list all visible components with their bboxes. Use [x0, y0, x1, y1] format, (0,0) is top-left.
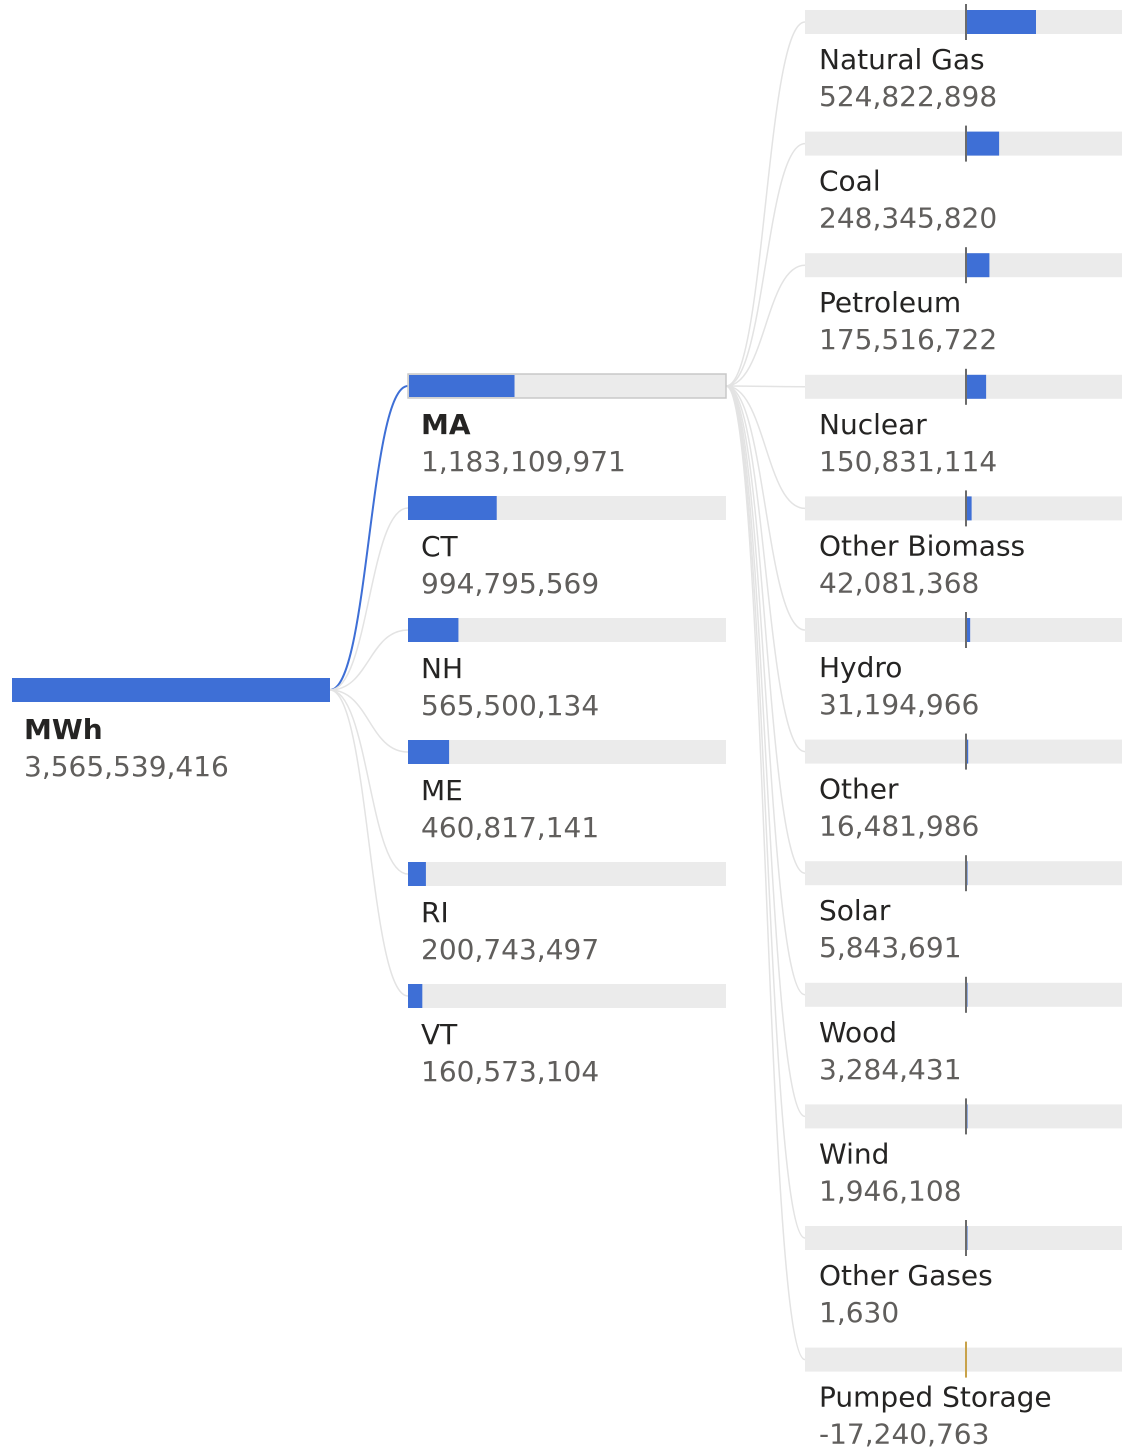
- connector-pumped-storage: [725, 385, 806, 1361]
- connector-ma: [329, 385, 409, 691]
- node-hydro[interactable]: Hydro 31,194,966: [805, 612, 1122, 721]
- node-coal[interactable]: Coal 248,345,820: [805, 125, 1122, 235]
- node-label: Wind: [819, 1137, 889, 1170]
- node-value: 160,573,104: [421, 1055, 599, 1088]
- node-label: Pumped Storage: [819, 1381, 1052, 1414]
- node-label: Other Biomass: [819, 529, 1025, 562]
- bar-track: [805, 739, 1122, 764]
- node-other-biomass[interactable]: Other Biomass 42,081,368: [805, 490, 1122, 599]
- node-value: 175,516,722: [819, 323, 997, 356]
- node-label: MWh: [24, 713, 103, 746]
- node-root-mwh[interactable]: MWh 3,565,539,416: [12, 678, 330, 783]
- bar-track: [805, 374, 1122, 399]
- node-wood[interactable]: Wood 3,284,431: [805, 976, 1122, 1086]
- bar-track: [805, 253, 1122, 278]
- bar-fill: [966, 374, 987, 399]
- connector-natural-gas: [725, 21, 806, 387]
- node-label: Wood: [819, 1016, 897, 1049]
- node-pumped-storage[interactable]: Pumped Storage -17,240,763: [805, 1341, 1122, 1451]
- node-value: 565,500,134: [421, 689, 599, 722]
- node-label: VT: [421, 1018, 458, 1051]
- connector-wind: [725, 385, 806, 1118]
- node-label: RI: [421, 896, 449, 929]
- node-label: Coal: [819, 165, 881, 198]
- node-value: 16,481,986: [819, 810, 979, 843]
- connector-other-gases: [725, 385, 806, 1239]
- bar-fill: [408, 496, 497, 520]
- node-label: ME: [421, 774, 463, 807]
- node-ri[interactable]: RI 200,743,497: [408, 862, 726, 966]
- node-value: 150,831,114: [819, 445, 997, 478]
- node-value: 248,345,820: [819, 202, 997, 235]
- bar-fill: [408, 862, 426, 886]
- node-ma[interactable]: MA 1,183,109,971: [407, 373, 727, 478]
- nodes: MWh 3,565,539,416 MA 1,183,109,971 CT 994,795…: [12, 4, 1122, 1451]
- bar-track: [805, 618, 1122, 642]
- bar-track: [805, 1226, 1122, 1250]
- bar-fill: [966, 131, 1000, 156]
- bar-track: [805, 1104, 1122, 1129]
- node-value: 31,194,966: [819, 688, 979, 721]
- node-label: Other Gases: [819, 1259, 993, 1292]
- node-value: 1,946,108: [819, 1174, 962, 1207]
- node-value: 3,565,539,416: [24, 750, 229, 783]
- node-solar[interactable]: Solar 5,843,691: [805, 855, 1122, 964]
- node-value: 1,183,109,971: [421, 445, 626, 478]
- bar-track: [805, 131, 1122, 156]
- bar-track: [805, 861, 1122, 886]
- node-value: -17,240,763: [819, 1418, 989, 1451]
- bar-fill: [408, 740, 450, 764]
- node-nuclear[interactable]: Nuclear 150,831,114: [805, 368, 1122, 478]
- node-label: Solar: [819, 894, 891, 927]
- node-value: 1,630: [819, 1296, 899, 1329]
- bar-fill: [966, 10, 1036, 34]
- node-value: 994,795,569: [421, 567, 599, 600]
- connector-coal: [725, 142, 806, 387]
- node-label: MA: [421, 408, 471, 441]
- bar-track: [408, 740, 726, 764]
- bar-track: [408, 862, 726, 886]
- connector-vt: [329, 689, 409, 997]
- node-natural-gas[interactable]: Natural Gas 524,822,898: [805, 4, 1122, 113]
- node-nh[interactable]: NH 565,500,134: [408, 618, 726, 722]
- node-value: 524,822,898: [819, 80, 997, 113]
- node-wind[interactable]: Wind 1,946,108: [805, 1098, 1122, 1207]
- bar-fill: [966, 253, 990, 278]
- bar-fill: [409, 375, 515, 397]
- node-me[interactable]: ME 460,817,141: [408, 740, 726, 844]
- bar-track: [805, 10, 1122, 34]
- node-label: Nuclear: [819, 408, 927, 441]
- node-label: Hydro: [819, 651, 902, 684]
- node-label: Natural Gas: [819, 43, 985, 76]
- connector-wood: [725, 385, 806, 996]
- node-value: 3,284,431: [819, 1053, 962, 1086]
- bar-track: [805, 982, 1122, 1007]
- node-label: Petroleum: [819, 286, 961, 319]
- node-vt[interactable]: VT 160,573,104: [408, 984, 726, 1088]
- node-value: 42,081,368: [819, 566, 979, 599]
- bar-fill: [408, 984, 423, 1008]
- bar-track: [408, 984, 726, 1008]
- node-value: 200,743,497: [421, 933, 599, 966]
- node-label: CT: [421, 530, 459, 563]
- node-label: NH: [421, 652, 463, 685]
- node-value: 460,817,141: [421, 811, 599, 844]
- connector-nuclear: [725, 385, 806, 388]
- connector-petroleum: [725, 264, 806, 387]
- bar-fill: [408, 618, 459, 642]
- bar-track: [805, 1347, 1122, 1372]
- node-other[interactable]: Other 16,481,986: [805, 733, 1122, 843]
- root-bar: [12, 678, 330, 702]
- node-petroleum[interactable]: Petroleum 175,516,722: [805, 247, 1122, 356]
- node-value: 5,843,691: [819, 931, 962, 964]
- node-label: Other: [819, 773, 899, 806]
- bar-track: [805, 496, 1122, 521]
- node-ct[interactable]: CT 994,795,569: [408, 496, 726, 600]
- node-other-gases[interactable]: Other Gases 1,630: [805, 1220, 1122, 1329]
- decomposition-tree: MWh 3,565,539,416 MA 1,183,109,971 CT 994,795…: [12, 4, 1122, 1451]
